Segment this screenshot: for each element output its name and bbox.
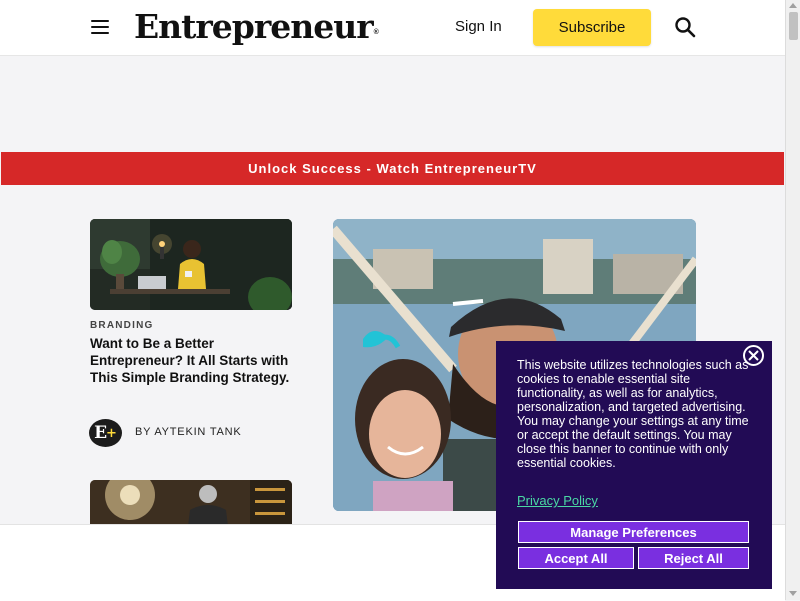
logo-trademark: ® [373, 29, 379, 36]
site-header: Entrepreneur® Sign In Subscribe [0, 0, 785, 56]
cookie-consent-dialog: This website utilizes technologies such … [496, 341, 772, 589]
manage-preferences-button[interactable]: Manage Preferences [518, 521, 749, 543]
cookie-message: This website utilizes technologies such … [517, 358, 749, 470]
privacy-policy-link[interactable]: Privacy Policy [517, 493, 598, 508]
reject-all-button[interactable]: Reject All [638, 547, 749, 569]
article-category[interactable]: BRANDING [90, 320, 154, 331]
entrepreneur-tv-banner[interactable]: Unlock Success - Watch EntrepreneurTV [1, 152, 784, 185]
search-icon[interactable] [674, 16, 696, 38]
sign-in-link[interactable]: Sign In [455, 18, 502, 35]
scrollbar-thumb[interactable] [789, 12, 798, 40]
page-scrollbar[interactable] [785, 0, 800, 600]
logo-text: Entrepreneur [134, 7, 374, 46]
article-thumbnail-image[interactable] [90, 480, 292, 526]
scroll-up-arrow-icon[interactable] [789, 3, 797, 8]
article-headline[interactable]: Want to Be a Better Entrepreneur? It All… [90, 335, 290, 386]
article-author[interactable]: BY AYTEKIN TANK [135, 426, 242, 438]
author-avatar[interactable]: E + [89, 419, 122, 447]
scroll-down-arrow-icon[interactable] [789, 591, 797, 596]
author-avatar-plus: + [106, 425, 117, 441]
article-thumbnail-image[interactable] [90, 219, 292, 310]
subscribe-button[interactable]: Subscribe [533, 9, 651, 46]
hamburger-menu-icon[interactable] [91, 20, 109, 34]
site-logo[interactable]: Entrepreneur® [134, 7, 379, 46]
accept-all-button[interactable]: Accept All [518, 547, 634, 569]
